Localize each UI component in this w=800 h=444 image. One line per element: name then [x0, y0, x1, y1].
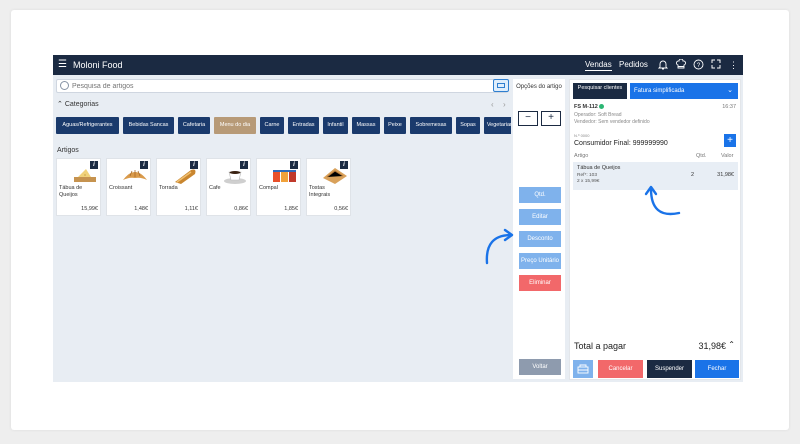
- category-cafetaria[interactable]: Cafetaria: [178, 117, 210, 134]
- category-peixe[interactable]: Peixe: [384, 117, 406, 134]
- svg-text:?: ?: [697, 63, 701, 69]
- cancel-button[interactable]: Cancelar: [598, 360, 643, 378]
- close-button[interactable]: Fechar: [695, 360, 739, 378]
- product-card[interactable]: i Tostas Integrais 0,56€: [306, 158, 351, 216]
- chevron-right-icon[interactable]: ›: [503, 100, 506, 109]
- fullscreen-icon[interactable]: [710, 59, 721, 71]
- operator-label: Operador: Soft Bread: [574, 112, 622, 118]
- category-entradas[interactable]: Entradas: [288, 117, 319, 134]
- product-card[interactable]: i Cafe 0,86€: [206, 158, 251, 216]
- category-menu-do-dia[interactable]: Menu do dia: [214, 117, 256, 134]
- categories-label: ⌃ Categorias: [57, 101, 99, 108]
- category-sobremesas[interactable]: Sobremesas: [410, 117, 452, 134]
- column-qtd: Qtd.: [696, 153, 707, 159]
- keyboard-button[interactable]: [493, 79, 509, 92]
- menu-icon[interactable]: ☰: [58, 59, 67, 71]
- seller-label: Vendedor: Sem vendedor definido: [574, 119, 650, 125]
- category-aguas[interactable]: Aguas/Refrigerantes: [56, 117, 119, 134]
- chevron-down-icon: ⌄: [727, 87, 733, 94]
- item-options-panel: Opções do artigo − + Qtd. Editar Descont…: [513, 79, 565, 379]
- category-vegetariano[interactable]: Vegetariano: [484, 117, 511, 134]
- search-box: [56, 79, 508, 93]
- delete-button[interactable]: Eliminar: [519, 275, 561, 291]
- product-card[interactable]: i Compal 1,85€: [256, 158, 301, 216]
- bell-icon[interactable]: [657, 59, 668, 71]
- nav-vendas[interactable]: Vendas: [585, 59, 612, 71]
- total-value: 31,98€: [698, 341, 726, 351]
- cheese-board-icon: [74, 169, 96, 182]
- tosta-icon: [323, 168, 347, 184]
- toast-icon: [175, 169, 196, 184]
- app-title: Moloni Food: [73, 60, 123, 70]
- suspend-button[interactable]: Suspender: [647, 360, 692, 378]
- quantity-button[interactable]: Qtd.: [519, 187, 561, 203]
- search-input[interactable]: [72, 81, 492, 91]
- coffee-icon: [224, 171, 246, 184]
- category-massas[interactable]: Massas: [352, 117, 380, 134]
- croissant-icon: [123, 170, 147, 180]
- document-type-select[interactable]: Fatura simplificada ⌄: [630, 83, 738, 99]
- document-panel: Pesquisar clientes Fatura simplificada ⌄…: [569, 79, 741, 380]
- status-dot-icon: [599, 104, 605, 110]
- annotation-arrow-icon: [644, 185, 681, 216]
- top-bar: ☰ Moloni Food Vendas Pedidos ? ⋮: [53, 55, 743, 75]
- client-name: Consumidor Final: 999999990: [574, 140, 668, 147]
- total-label: Total a pagar: [574, 341, 627, 351]
- discount-button[interactable]: Desconto: [519, 231, 561, 247]
- chevron-left-icon[interactable]: ‹: [491, 100, 494, 109]
- cash-drawer-button[interactable]: [573, 360, 593, 378]
- nav-pedidos[interactable]: Pedidos: [619, 59, 648, 70]
- document-id: FS M-112: [574, 104, 605, 110]
- chevron-up-icon[interactable]: ⌃: [728, 340, 735, 349]
- product-card[interactable]: i Croissant 1,48€: [106, 158, 151, 216]
- pos-app: ☰ Moloni Food Vendas Pedidos ? ⋮ ⌃ Categ…: [53, 55, 743, 382]
- chef-hat-icon[interactable]: [675, 58, 686, 71]
- juice-icon: [273, 170, 296, 182]
- more-vertical-icon[interactable]: ⋮: [728, 59, 739, 71]
- search-icon: [60, 81, 69, 90]
- column-valor: Valor: [721, 153, 734, 159]
- client-number-label: N.º 0000: [574, 133, 590, 138]
- increase-quantity-button[interactable]: +: [541, 111, 561, 126]
- document-time: 16:37: [722, 104, 736, 110]
- unit-price-button[interactable]: Preço Unitário: [519, 253, 561, 269]
- search-clients-button[interactable]: Pesquisar clientes: [573, 83, 627, 99]
- edit-button[interactable]: Editar: [519, 209, 561, 225]
- category-infantil[interactable]: Infantil: [323, 117, 348, 134]
- cash-drawer-icon: [577, 364, 589, 374]
- decrease-quantity-button[interactable]: −: [518, 111, 538, 126]
- back-button[interactable]: Voltar: [519, 359, 561, 375]
- add-client-button[interactable]: +: [724, 134, 736, 147]
- annotation-arrow-icon: [485, 228, 514, 265]
- help-icon[interactable]: ?: [693, 59, 704, 71]
- category-bebidas[interactable]: Bebidas Sancas: [123, 117, 174, 134]
- category-carne[interactable]: Carne: [260, 117, 284, 134]
- category-sopas[interactable]: Sopas: [456, 117, 480, 134]
- products-label: Artigos: [57, 147, 79, 154]
- column-artigo: Artigo: [574, 153, 589, 159]
- product-card[interactable]: i Tábua de Queijos 15,99€: [56, 158, 101, 216]
- options-title: Opções do artigo: [516, 84, 562, 90]
- keyboard-icon: [497, 83, 505, 88]
- category-bar: Aguas/Refrigerantes Bebidas Sancas Cafet…: [56, 117, 511, 135]
- product-card[interactable]: i Torrada 1,11€: [156, 158, 201, 216]
